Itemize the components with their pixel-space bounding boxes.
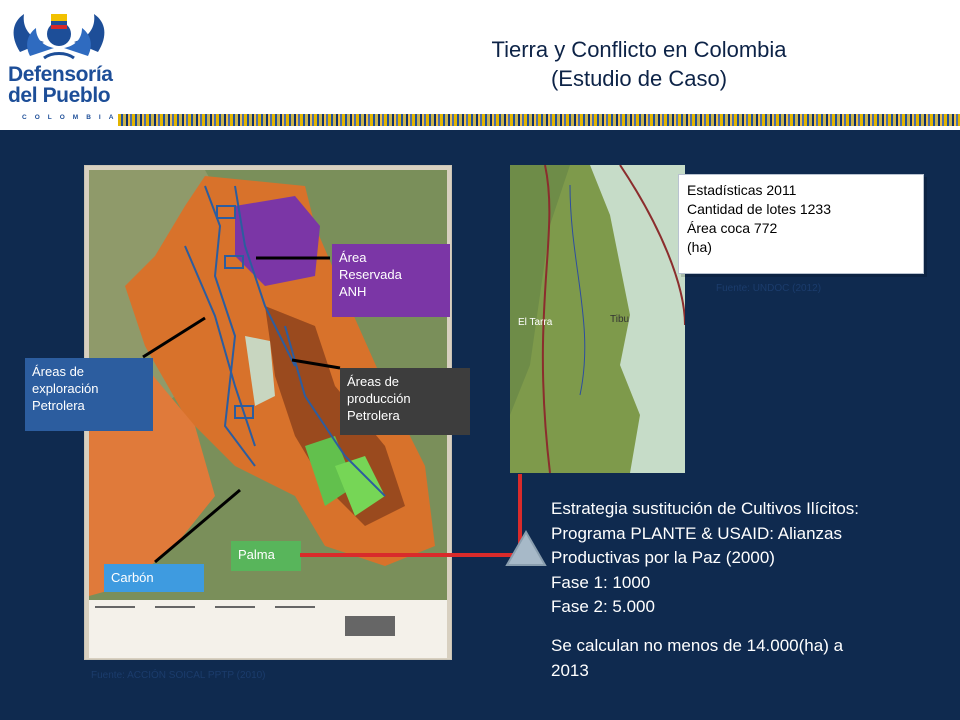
label-prod-1: Áreas de — [347, 374, 400, 389]
stats-source: Fuente: UNDOC (2012) — [716, 283, 822, 294]
strategy-line2: Programa PLANTE & USAID: Alianzas — [551, 523, 843, 543]
strategy-line5: Fase 2: 5.000 — [551, 597, 655, 617]
label-reserve-1: Área — [339, 250, 367, 265]
header: Defensoría del Pueblo COLOMBIA Tierra y … — [0, 0, 960, 130]
stats-coca-area: Área coca 772 — [687, 220, 778, 236]
logo-line1: Defensoría — [8, 63, 113, 86]
label-area-reservada: Área Reservada ANH — [332, 244, 450, 317]
strategy-line4: Fase 1: 1000 — [551, 572, 651, 592]
label-areas-produccion: Áreas de producción Petrolera — [340, 368, 470, 435]
label-palma: Palma — [231, 541, 301, 571]
right-map: El Tarra Tibu — [510, 165, 685, 473]
logo-line2: del Pueblo — [8, 84, 111, 107]
stats-box: Estadísticas 2011 Cantidad de lotes 1233… — [678, 174, 924, 274]
left-map-source: Fuente: ACCIÓN SOICAL PPTP (2010) — [91, 670, 266, 681]
label-expl-1: Áreas de — [32, 364, 85, 379]
dove-icon — [13, 14, 105, 60]
strategy-text: Estrategia sustitución de Cultivos Ilíci… — [551, 497, 951, 683]
stats-unit: (ha) — [687, 239, 712, 255]
title-line2: (Estudio de Caso) — [550, 66, 728, 91]
strategy-line3: Productivas por la Paz (2000) — [551, 548, 775, 568]
label-carbon: Carbón — [104, 564, 204, 592]
label-expl-2: exploración — [32, 381, 99, 396]
label-reserve-2: Reservada — [339, 267, 402, 282]
label-expl-3: Petrolera — [32, 398, 85, 413]
strategy-line1: Estrategia sustitución de Cultivos Ilíci… — [551, 499, 860, 518]
place-el-tarra: El Tarra — [518, 317, 553, 328]
title-line1: Tierra y Conflicto en Colombia — [491, 37, 787, 62]
page-title: Tierra y Conflicto en Colombia (Estudio … — [118, 35, 960, 93]
place-tibu: Tibu — [610, 314, 629, 325]
label-areas-exploracion: Áreas de exploración Petrolera — [25, 358, 153, 431]
decorative-stripe — [118, 114, 960, 126]
label-carbon-text: Carbón — [111, 570, 154, 585]
logo-text: Defensoría del Pueblo — [8, 64, 118, 106]
strategy-line7: 2013 — [551, 660, 589, 680]
stats-lots: Cantidad de lotes 1233 — [687, 201, 831, 217]
logo: Defensoría del Pueblo COLOMBIA — [0, 0, 118, 130]
label-prod-3: Petrolera — [347, 408, 400, 423]
strategy-line6: Se calculan no menos de 14.000(ha) a — [551, 635, 844, 655]
topographic-map: El Tarra Tibu — [510, 165, 685, 473]
stats-title: Estadísticas 2011 — [687, 182, 797, 198]
label-prod-2: producción — [347, 391, 411, 406]
strategy-spacer — [551, 620, 951, 634]
logo-country: COLOMBIA — [22, 114, 122, 121]
label-palma-text: Palma — [238, 547, 275, 562]
label-reserve-3: ANH — [339, 284, 367, 299]
